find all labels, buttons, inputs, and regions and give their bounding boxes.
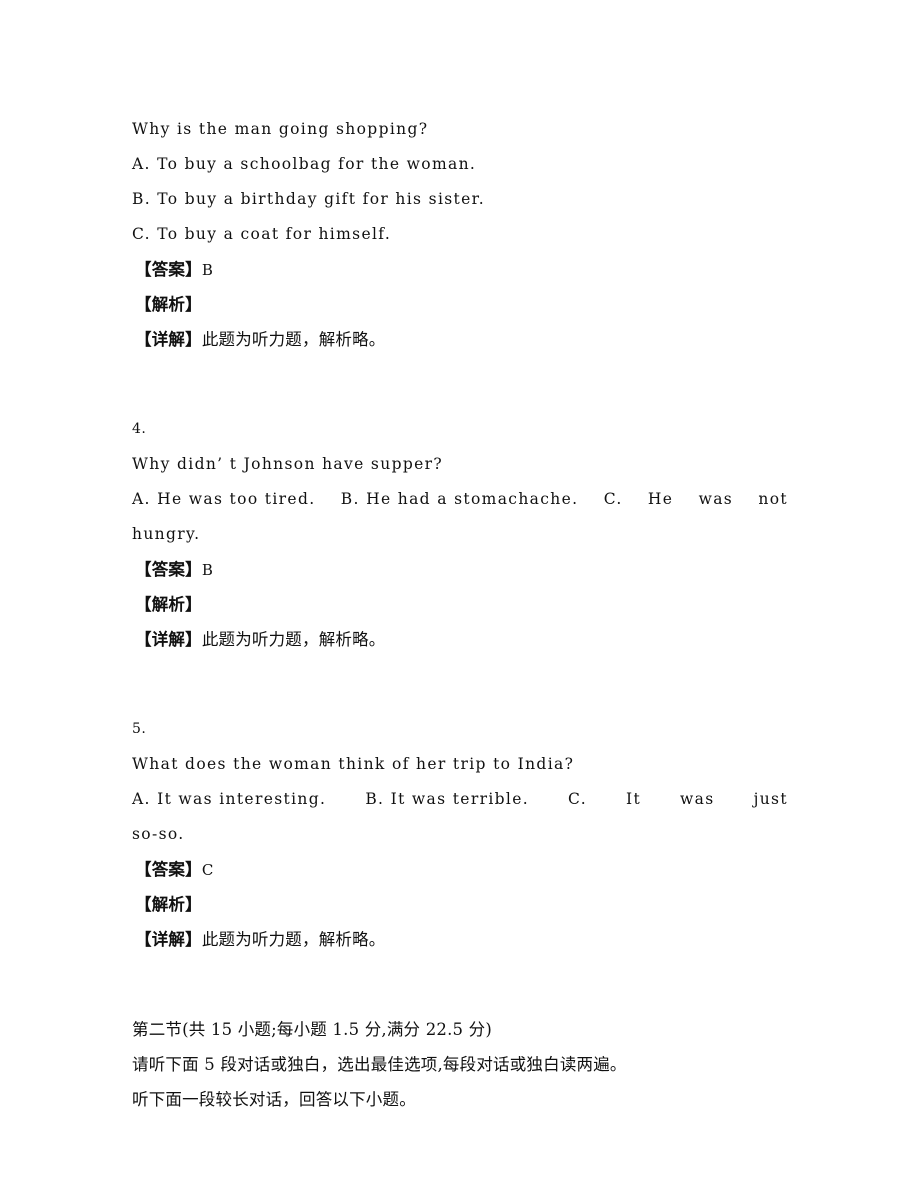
answer-label: 【答案】 xyxy=(135,560,202,579)
answer-label: 【答案】 xyxy=(135,860,202,879)
question-5-detail-value: 此题为听力题，解析略。 xyxy=(201,930,386,949)
question-4-option-c-letter: C. xyxy=(603,490,623,508)
question-4-options-row: A. He was too tired. B. He had a stomach… xyxy=(132,482,788,517)
question-5-number: 5. xyxy=(132,721,147,737)
question-5-option-c-word-1: It xyxy=(625,790,642,808)
question-4-option-c-word-3: not xyxy=(758,490,788,508)
question-5-answer-row: 【答案】C xyxy=(132,852,788,887)
question-4-option-a: A. He was too tired. xyxy=(132,490,316,508)
analysis-label: 【解析】 xyxy=(135,595,202,614)
question-4-answer-value: B xyxy=(201,561,214,579)
question-4-number: 4. xyxy=(132,421,147,437)
question-5-option-c-word-3: just xyxy=(753,790,788,808)
question-5-detail-row: 【详解】此题为听力题，解析略。 xyxy=(132,922,788,957)
detail-label: 【详解】 xyxy=(135,930,202,949)
question-3-stem: Why is the man going shopping? xyxy=(132,120,429,138)
question-5-answer-value: C xyxy=(201,861,215,879)
question-4-option-c-wrap: hungry. xyxy=(132,525,201,543)
question-5-options-row: A. It was interesting. B. It was terribl… xyxy=(132,782,788,817)
question-5-option-c-word-2: was xyxy=(680,790,715,808)
question-3-analysis-row: 【解析】 xyxy=(132,287,788,322)
question-4-analysis-row: 【解析】 xyxy=(132,587,788,622)
question-4-option-b: B. He had a stomachache. xyxy=(340,490,579,508)
question-3-answer-row: 【答案】B xyxy=(132,252,788,287)
question-3-answer-value: B xyxy=(201,261,214,279)
section-two-sub-instruction: 听下面一段较长对话，回答以下小题。 xyxy=(132,1090,416,1109)
question-3-option-c: C. To buy a coat for himself. xyxy=(132,225,392,243)
detail-label: 【详解】 xyxy=(135,630,202,649)
analysis-label: 【解析】 xyxy=(135,895,202,914)
question-5-analysis-row: 【解析】 xyxy=(132,887,788,922)
section-two-heading: 第二节(共 15 小题;每小题 1.5 分,满分 22.5 分) xyxy=(132,1020,493,1039)
answer-label: 【答案】 xyxy=(135,260,202,279)
question-4-stem: Why didn’ t Johnson have supper? xyxy=(132,455,444,473)
question-4-option-c-word-2: was xyxy=(698,490,734,508)
question-4-answer-row: 【答案】B xyxy=(132,552,788,587)
question-5-option-b: B. It was terrible. xyxy=(365,790,530,808)
question-3-detail-value: 此题为听力题，解析略。 xyxy=(201,330,386,349)
question-3-option-a: A. To buy a schoolbag for the woman. xyxy=(132,155,477,173)
document-body: Why is the man going shopping? A. To buy… xyxy=(132,112,788,1117)
analysis-label: 【解析】 xyxy=(135,295,202,314)
section-two-instruction: 请听下面 5 段对话或独白，选出最佳选项,每段对话或独白读两遍。 xyxy=(132,1055,627,1074)
detail-label: 【详解】 xyxy=(135,330,202,349)
question-5-option-c-wrap: so-so. xyxy=(132,825,185,843)
question-4-option-c-word-1: He xyxy=(647,490,674,508)
document-page: Why is the man going shopping? A. To buy… xyxy=(0,0,920,1192)
question-3-detail-row: 【详解】此题为听力题，解析略。 xyxy=(132,322,788,357)
question-4-detail-value: 此题为听力题，解析略。 xyxy=(201,630,386,649)
question-4-detail-row: 【详解】此题为听力题，解析略。 xyxy=(132,622,788,657)
question-3-option-b: B. To buy a birthday gift for his sister… xyxy=(132,190,485,208)
question-5-option-a: A. It was interesting. xyxy=(132,790,327,808)
question-5-option-c-letter: C. xyxy=(568,790,587,808)
question-5-stem: What does the woman think of her trip to… xyxy=(132,755,575,773)
